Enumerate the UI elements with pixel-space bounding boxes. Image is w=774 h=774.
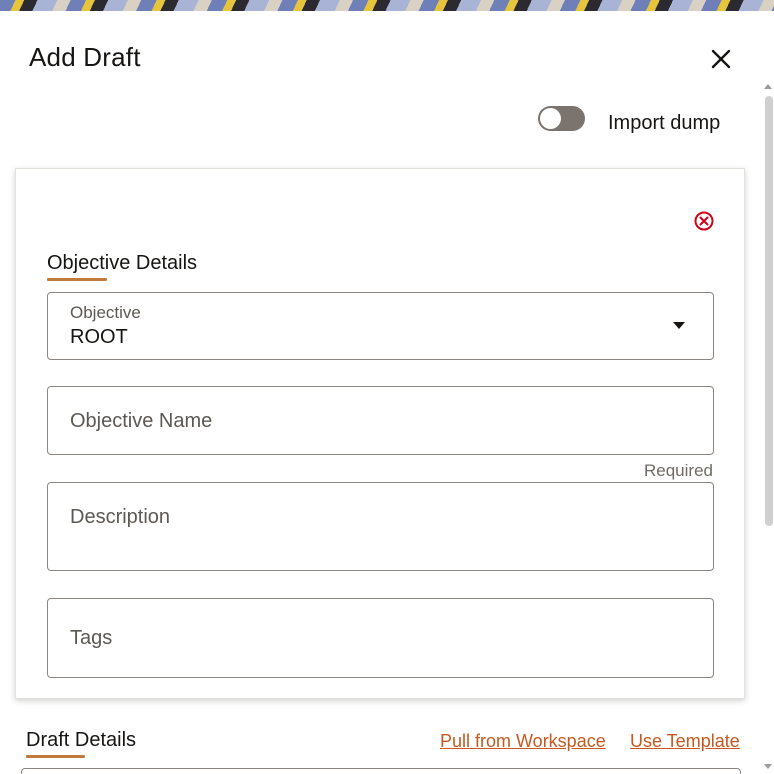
toggle-knob bbox=[540, 108, 561, 129]
remove-circle-icon bbox=[694, 211, 714, 231]
objective-name-input[interactable]: Objective Name bbox=[47, 386, 714, 455]
scroll-thumb[interactable] bbox=[765, 96, 773, 526]
tags-input[interactable]: Tags bbox=[47, 598, 714, 678]
close-icon bbox=[711, 49, 731, 69]
import-dump-label: Import dump bbox=[608, 112, 721, 134]
objective-select-label: Objective bbox=[70, 303, 141, 322]
close-button[interactable] bbox=[706, 44, 736, 74]
dialog-scrollbar[interactable] bbox=[762, 84, 774, 772]
import-dump-toggle[interactable] bbox=[538, 106, 585, 131]
caret-down-icon bbox=[673, 322, 685, 329]
scroll-down-arrow-icon[interactable] bbox=[764, 764, 772, 769]
remove-objective-button[interactable] bbox=[692, 209, 716, 233]
scroll-up-arrow-icon[interactable] bbox=[764, 84, 772, 89]
draft-details-underline bbox=[26, 755, 85, 758]
pull-from-workspace-link[interactable]: Pull from Workspace bbox=[440, 731, 606, 752]
description-textarea[interactable]: Description bbox=[47, 482, 714, 571]
description-placeholder: Description bbox=[70, 506, 171, 528]
header-banner-image bbox=[0, 0, 774, 11]
objective-name-required-helper: Required bbox=[644, 461, 713, 480]
objective-name-placeholder: Objective Name bbox=[70, 410, 213, 432]
dialog-title: Add Draft bbox=[29, 42, 141, 72]
tags-placeholder: Tags bbox=[70, 627, 113, 649]
draft-field-partial[interactable] bbox=[21, 768, 741, 774]
objective-details-title: Objective Details bbox=[47, 252, 198, 274]
objective-select[interactable]: Objective ROOT bbox=[47, 292, 714, 360]
objective-select-value: ROOT bbox=[70, 326, 128, 348]
use-template-link[interactable]: Use Template bbox=[630, 731, 740, 752]
draft-details-title: Draft Details bbox=[26, 729, 137, 751]
objective-details-card: Objective Details Objective ROOT Objecti… bbox=[15, 168, 745, 699]
objective-details-underline bbox=[47, 278, 107, 281]
